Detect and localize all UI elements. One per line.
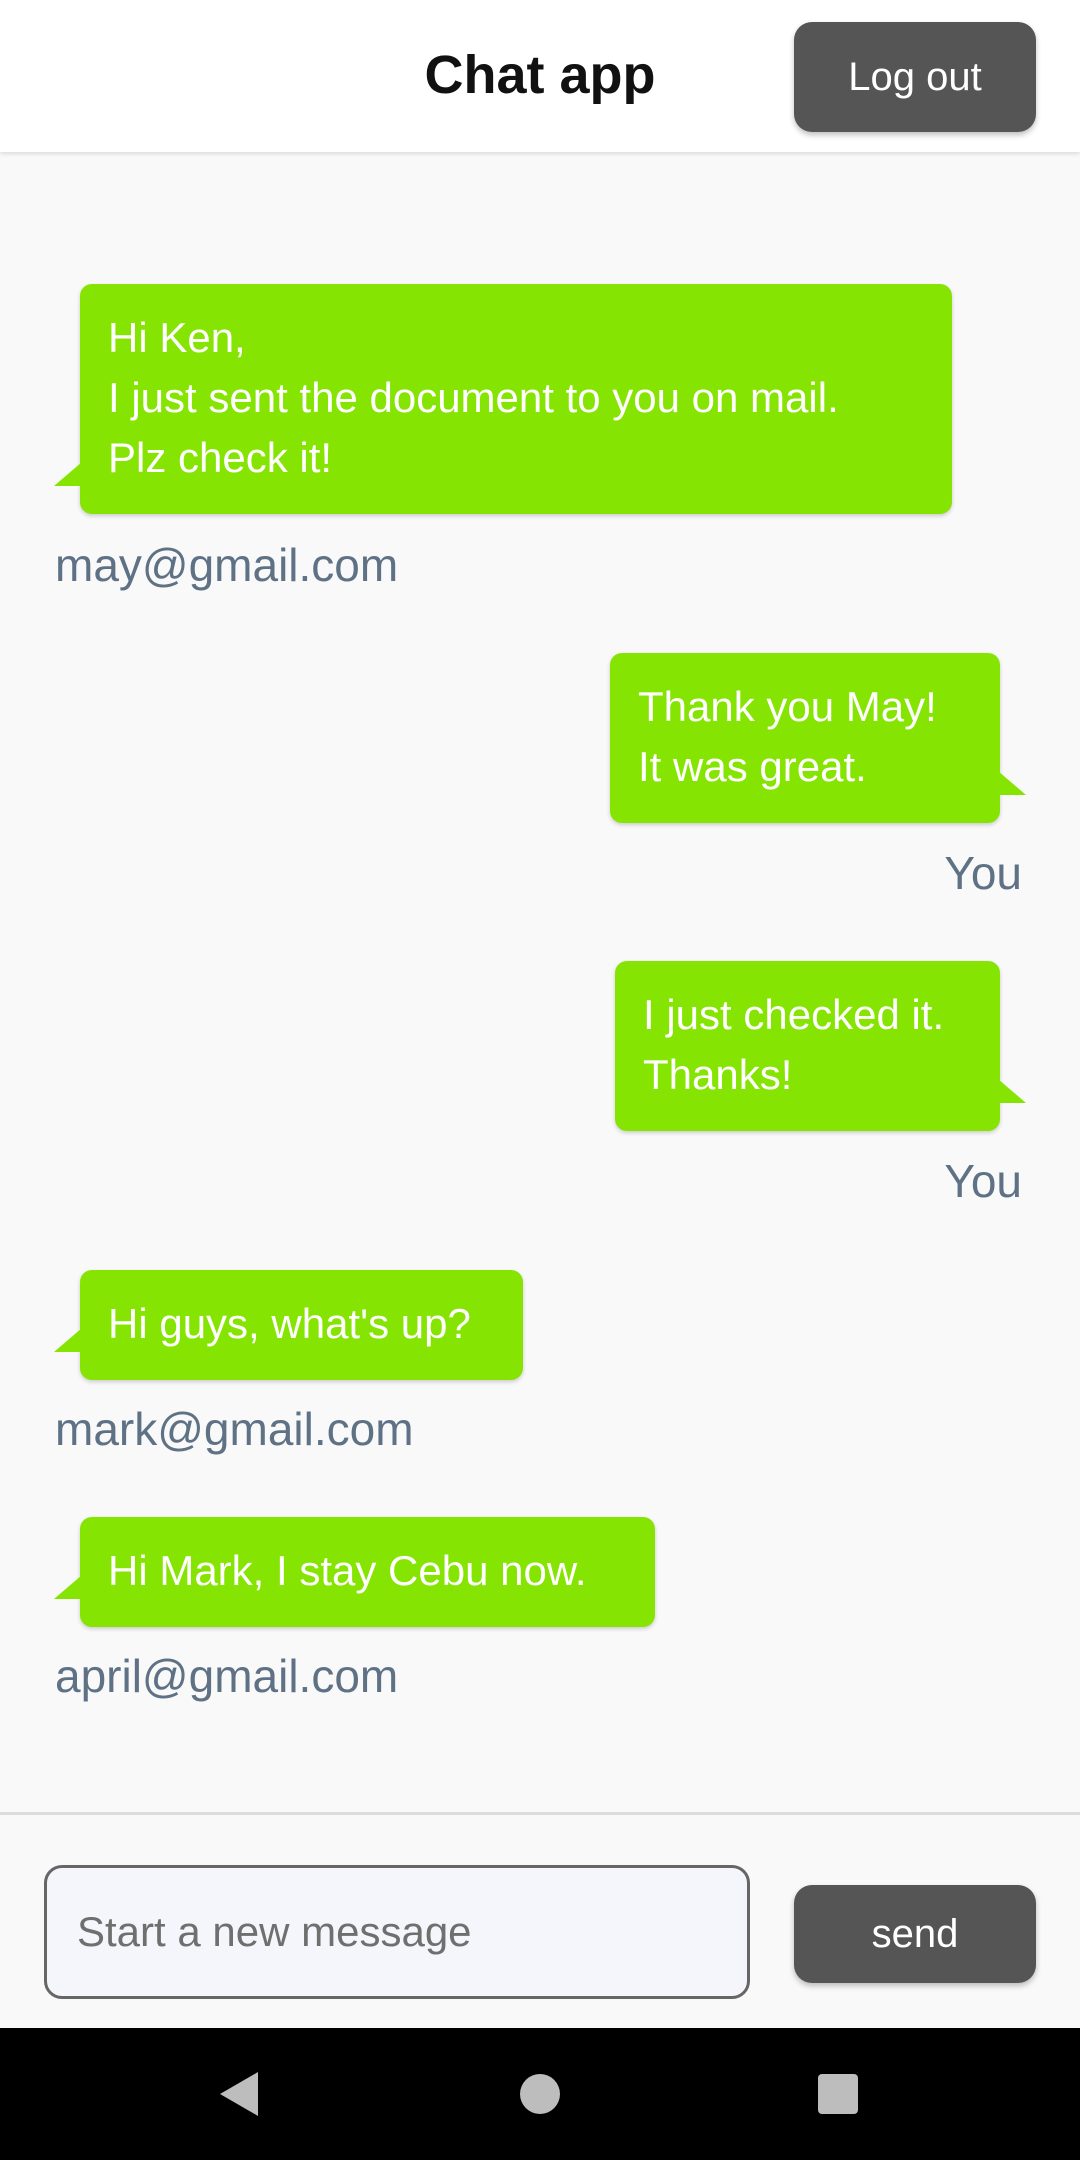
message-composer: send bbox=[0, 1812, 1080, 2031]
message-item: I just checked it. Thanks! bbox=[615, 961, 1026, 1131]
message-sender: mark@gmail.com bbox=[55, 1403, 414, 1455]
message-item: Hi guys, what's up? bbox=[54, 1270, 523, 1380]
home-icon[interactable] bbox=[520, 2074, 560, 2114]
message-item: Hi Ken, I just sent the document to you … bbox=[54, 284, 952, 514]
message-item: Hi Mark, I stay Cebu now. bbox=[54, 1517, 655, 1627]
send-button[interactable]: send bbox=[794, 1885, 1036, 1983]
message-bubble: I just checked it. Thanks! bbox=[615, 961, 1026, 1131]
logout-button[interactable]: Log out bbox=[794, 22, 1036, 132]
message-sender: You bbox=[944, 847, 1022, 899]
message-sender: may@gmail.com bbox=[55, 539, 399, 591]
message-bubble: Hi guys, what's up? bbox=[54, 1270, 523, 1380]
system-nav-bar bbox=[0, 2028, 1080, 2160]
app-header: Chat app Log out bbox=[0, 0, 1080, 152]
message-bubble: Thank you May! It was great. bbox=[610, 653, 1026, 823]
message-bubble: Hi Ken, I just sent the document to you … bbox=[54, 284, 952, 514]
chat-screen: Chat app Log out Hi Ken, I just sent the… bbox=[0, 0, 1080, 2160]
message-sender: You bbox=[944, 1155, 1022, 1207]
message-item: Thank you May! It was great. bbox=[610, 653, 1026, 823]
message-input[interactable] bbox=[44, 1865, 750, 1999]
message-sender: april@gmail.com bbox=[55, 1650, 399, 1702]
recents-icon[interactable] bbox=[818, 2074, 858, 2114]
back-icon[interactable] bbox=[220, 2072, 258, 2116]
message-bubble: Hi Mark, I stay Cebu now. bbox=[54, 1517, 655, 1627]
